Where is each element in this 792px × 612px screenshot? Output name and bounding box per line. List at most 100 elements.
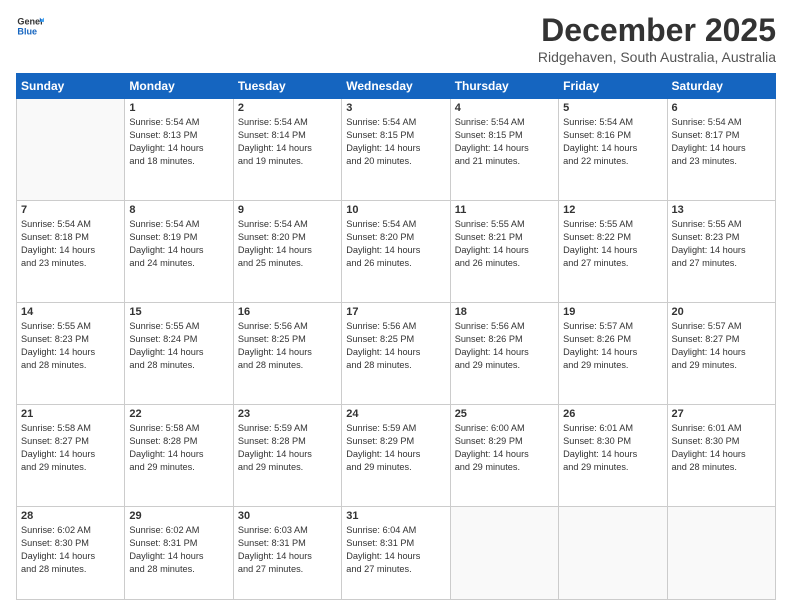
cell-1-3: 2 Sunrise: 5:54 AMSunset: 8:14 PMDaylight…	[233, 99, 341, 201]
cell-details: Sunrise: 5:57 AMSunset: 8:26 PMDaylight:…	[563, 320, 662, 372]
cell-5-1: 28 Sunrise: 6:02 AMSunset: 8:30 PMDayligh…	[17, 507, 125, 600]
day-number: 20	[672, 306, 771, 318]
day-number: 13	[672, 204, 771, 216]
cell-5-4: 31Sunrise: 6:04 AMSunset: 8:31 PMDayligh…	[342, 507, 450, 600]
cell-4-7: 27Sunrise: 6:01 AMSunset: 8:30 PMDayligh…	[667, 405, 775, 507]
day-number: 17	[346, 306, 445, 318]
cell-1-5: 4 Sunrise: 5:54 AMSunset: 8:15 PMDaylight…	[450, 99, 558, 201]
day-number: 10	[346, 204, 445, 216]
location-subtitle: Ridgehaven, South Australia, Australia	[538, 49, 776, 65]
cell-1-2: 1Sunrise: 5:54 AMSunset: 8:13 PMDaylight…	[125, 99, 233, 201]
col-tuesday: Tuesday	[233, 74, 341, 99]
col-monday: Monday	[125, 74, 233, 99]
col-saturday: Saturday	[667, 74, 775, 99]
svg-text:Blue: Blue	[17, 26, 37, 36]
calendar-table: Sunday Monday Tuesday Wednesday Thursday…	[16, 73, 776, 600]
cell-1-7: 6Sunrise: 5:54 AMSunset: 8:17 PMDaylight…	[667, 99, 775, 201]
cell-details: Sunrise: 5:59 AMSunset: 8:28 PMDaylight:…	[238, 422, 337, 474]
logo: General Blue	[16, 12, 44, 40]
day-number: 19	[563, 306, 662, 318]
day-number: 6	[672, 102, 771, 114]
day-number: 28	[21, 510, 120, 522]
cell-details: Sunrise: 6:04 AMSunset: 8:31 PMDaylight:…	[346, 524, 445, 576]
cell-3-7: 20 Sunrise: 5:57 AMSunset: 8:27 PMDayligh…	[667, 303, 775, 405]
cell-details: Sunrise: 5:55 AMSunset: 8:24 PMDaylight:…	[129, 320, 228, 372]
cell-3-3: 16Sunrise: 5:56 AMSunset: 8:25 PMDayligh…	[233, 303, 341, 405]
page: General Blue December 2025 Ridgehaven, S…	[0, 0, 792, 612]
day-number: 29	[129, 510, 228, 522]
cell-5-2: 29 Sunrise: 6:02 AMSunset: 8:31 PMDayligh…	[125, 507, 233, 600]
day-number: 8	[129, 204, 228, 216]
day-number: 23	[238, 408, 337, 420]
day-number: 15	[129, 306, 228, 318]
cell-4-6: 26Sunrise: 6:01 AMSunset: 8:30 PMDayligh…	[559, 405, 667, 507]
header: General Blue December 2025 Ridgehaven, S…	[16, 12, 776, 65]
cell-2-4: 10 Sunrise: 5:54 AMSunset: 8:20 PMDayligh…	[342, 201, 450, 303]
cell-5-7	[667, 507, 775, 600]
cell-details: Sunrise: 5:57 AMSunset: 8:27 PMDaylight:…	[672, 320, 771, 372]
cell-4-2: 22 Sunrise: 5:58 AMSunset: 8:28 PMDayligh…	[125, 405, 233, 507]
cell-details: Sunrise: 5:59 AMSunset: 8:29 PMDaylight:…	[346, 422, 445, 474]
cell-details: Sunrise: 5:58 AMSunset: 8:27 PMDaylight:…	[21, 422, 120, 474]
cell-details: Sunrise: 5:54 AMSunset: 8:18 PMDaylight:…	[21, 218, 120, 270]
cell-details: Sunrise: 6:01 AMSunset: 8:30 PMDaylight:…	[563, 422, 662, 474]
cell-details: Sunrise: 5:54 AMSunset: 8:13 PMDaylight:…	[129, 116, 228, 168]
cell-details: Sunrise: 6:02 AMSunset: 8:31 PMDaylight:…	[129, 524, 228, 576]
cell-2-1: 7 Sunrise: 5:54 AMSunset: 8:18 PMDaylight…	[17, 201, 125, 303]
day-number: 7	[21, 204, 120, 216]
cell-2-2: 8 Sunrise: 5:54 AMSunset: 8:19 PMDaylight…	[125, 201, 233, 303]
week-row-5: 28 Sunrise: 6:02 AMSunset: 8:30 PMDayligh…	[17, 507, 776, 600]
week-row-2: 7 Sunrise: 5:54 AMSunset: 8:18 PMDaylight…	[17, 201, 776, 303]
col-wednesday: Wednesday	[342, 74, 450, 99]
cell-details: Sunrise: 5:54 AMSunset: 8:19 PMDaylight:…	[129, 218, 228, 270]
cell-5-5	[450, 507, 558, 600]
cell-5-6	[559, 507, 667, 600]
cell-details: Sunrise: 5:54 AMSunset: 8:14 PMDaylight:…	[238, 116, 337, 168]
cell-4-3: 23 Sunrise: 5:59 AMSunset: 8:28 PMDayligh…	[233, 405, 341, 507]
cell-3-2: 15 Sunrise: 5:55 AMSunset: 8:24 PMDayligh…	[125, 303, 233, 405]
cell-details: Sunrise: 5:56 AMSunset: 8:25 PMDaylight:…	[346, 320, 445, 372]
title-block: December 2025 Ridgehaven, South Australi…	[538, 12, 776, 65]
month-year-title: December 2025	[538, 12, 776, 49]
cell-1-6: 5 Sunrise: 5:54 AMSunset: 8:16 PMDaylight…	[559, 99, 667, 201]
logo-icon: General Blue	[16, 12, 44, 40]
day-number: 12	[563, 204, 662, 216]
cell-details: Sunrise: 5:58 AMSunset: 8:28 PMDaylight:…	[129, 422, 228, 474]
week-row-3: 14Sunrise: 5:55 AMSunset: 8:23 PMDayligh…	[17, 303, 776, 405]
cell-3-5: 18Sunrise: 5:56 AMSunset: 8:26 PMDayligh…	[450, 303, 558, 405]
day-number: 25	[455, 408, 554, 420]
cell-5-3: 30Sunrise: 6:03 AMSunset: 8:31 PMDayligh…	[233, 507, 341, 600]
cell-2-6: 12 Sunrise: 5:55 AMSunset: 8:22 PMDayligh…	[559, 201, 667, 303]
cell-details: Sunrise: 5:54 AMSunset: 8:20 PMDaylight:…	[238, 218, 337, 270]
cell-3-1: 14Sunrise: 5:55 AMSunset: 8:23 PMDayligh…	[17, 303, 125, 405]
col-thursday: Thursday	[450, 74, 558, 99]
cell-details: Sunrise: 5:55 AMSunset: 8:21 PMDaylight:…	[455, 218, 554, 270]
cell-details: Sunrise: 5:54 AMSunset: 8:15 PMDaylight:…	[455, 116, 554, 168]
cell-details: Sunrise: 5:54 AMSunset: 8:20 PMDaylight:…	[346, 218, 445, 270]
day-number: 18	[455, 306, 554, 318]
week-row-1: 1Sunrise: 5:54 AMSunset: 8:13 PMDaylight…	[17, 99, 776, 201]
cell-details: Sunrise: 6:02 AMSunset: 8:30 PMDaylight:…	[21, 524, 120, 576]
cell-4-5: 25 Sunrise: 6:00 AMSunset: 8:29 PMDayligh…	[450, 405, 558, 507]
cell-details: Sunrise: 5:54 AMSunset: 8:15 PMDaylight:…	[346, 116, 445, 168]
day-number: 5	[563, 102, 662, 114]
cell-3-6: 19 Sunrise: 5:57 AMSunset: 8:26 PMDayligh…	[559, 303, 667, 405]
cell-details: Sunrise: 5:55 AMSunset: 8:22 PMDaylight:…	[563, 218, 662, 270]
header-row: Sunday Monday Tuesday Wednesday Thursday…	[17, 74, 776, 99]
cell-4-4: 24Sunrise: 5:59 AMSunset: 8:29 PMDayligh…	[342, 405, 450, 507]
week-row-4: 21 Sunrise: 5:58 AMSunset: 8:27 PMDayligh…	[17, 405, 776, 507]
day-number: 4	[455, 102, 554, 114]
cell-details: Sunrise: 6:01 AMSunset: 8:30 PMDaylight:…	[672, 422, 771, 474]
day-number: 9	[238, 204, 337, 216]
day-number: 22	[129, 408, 228, 420]
cell-details: Sunrise: 5:54 AMSunset: 8:16 PMDaylight:…	[563, 116, 662, 168]
day-number: 3	[346, 102, 445, 114]
cell-details: Sunrise: 6:00 AMSunset: 8:29 PMDaylight:…	[455, 422, 554, 474]
cell-2-7: 13Sunrise: 5:55 AMSunset: 8:23 PMDayligh…	[667, 201, 775, 303]
day-number: 2	[238, 102, 337, 114]
day-number: 21	[21, 408, 120, 420]
cell-4-1: 21 Sunrise: 5:58 AMSunset: 8:27 PMDayligh…	[17, 405, 125, 507]
cell-details: Sunrise: 5:55 AMSunset: 8:23 PMDaylight:…	[21, 320, 120, 372]
day-number: 30	[238, 510, 337, 522]
cell-2-3: 9 Sunrise: 5:54 AMSunset: 8:20 PMDaylight…	[233, 201, 341, 303]
